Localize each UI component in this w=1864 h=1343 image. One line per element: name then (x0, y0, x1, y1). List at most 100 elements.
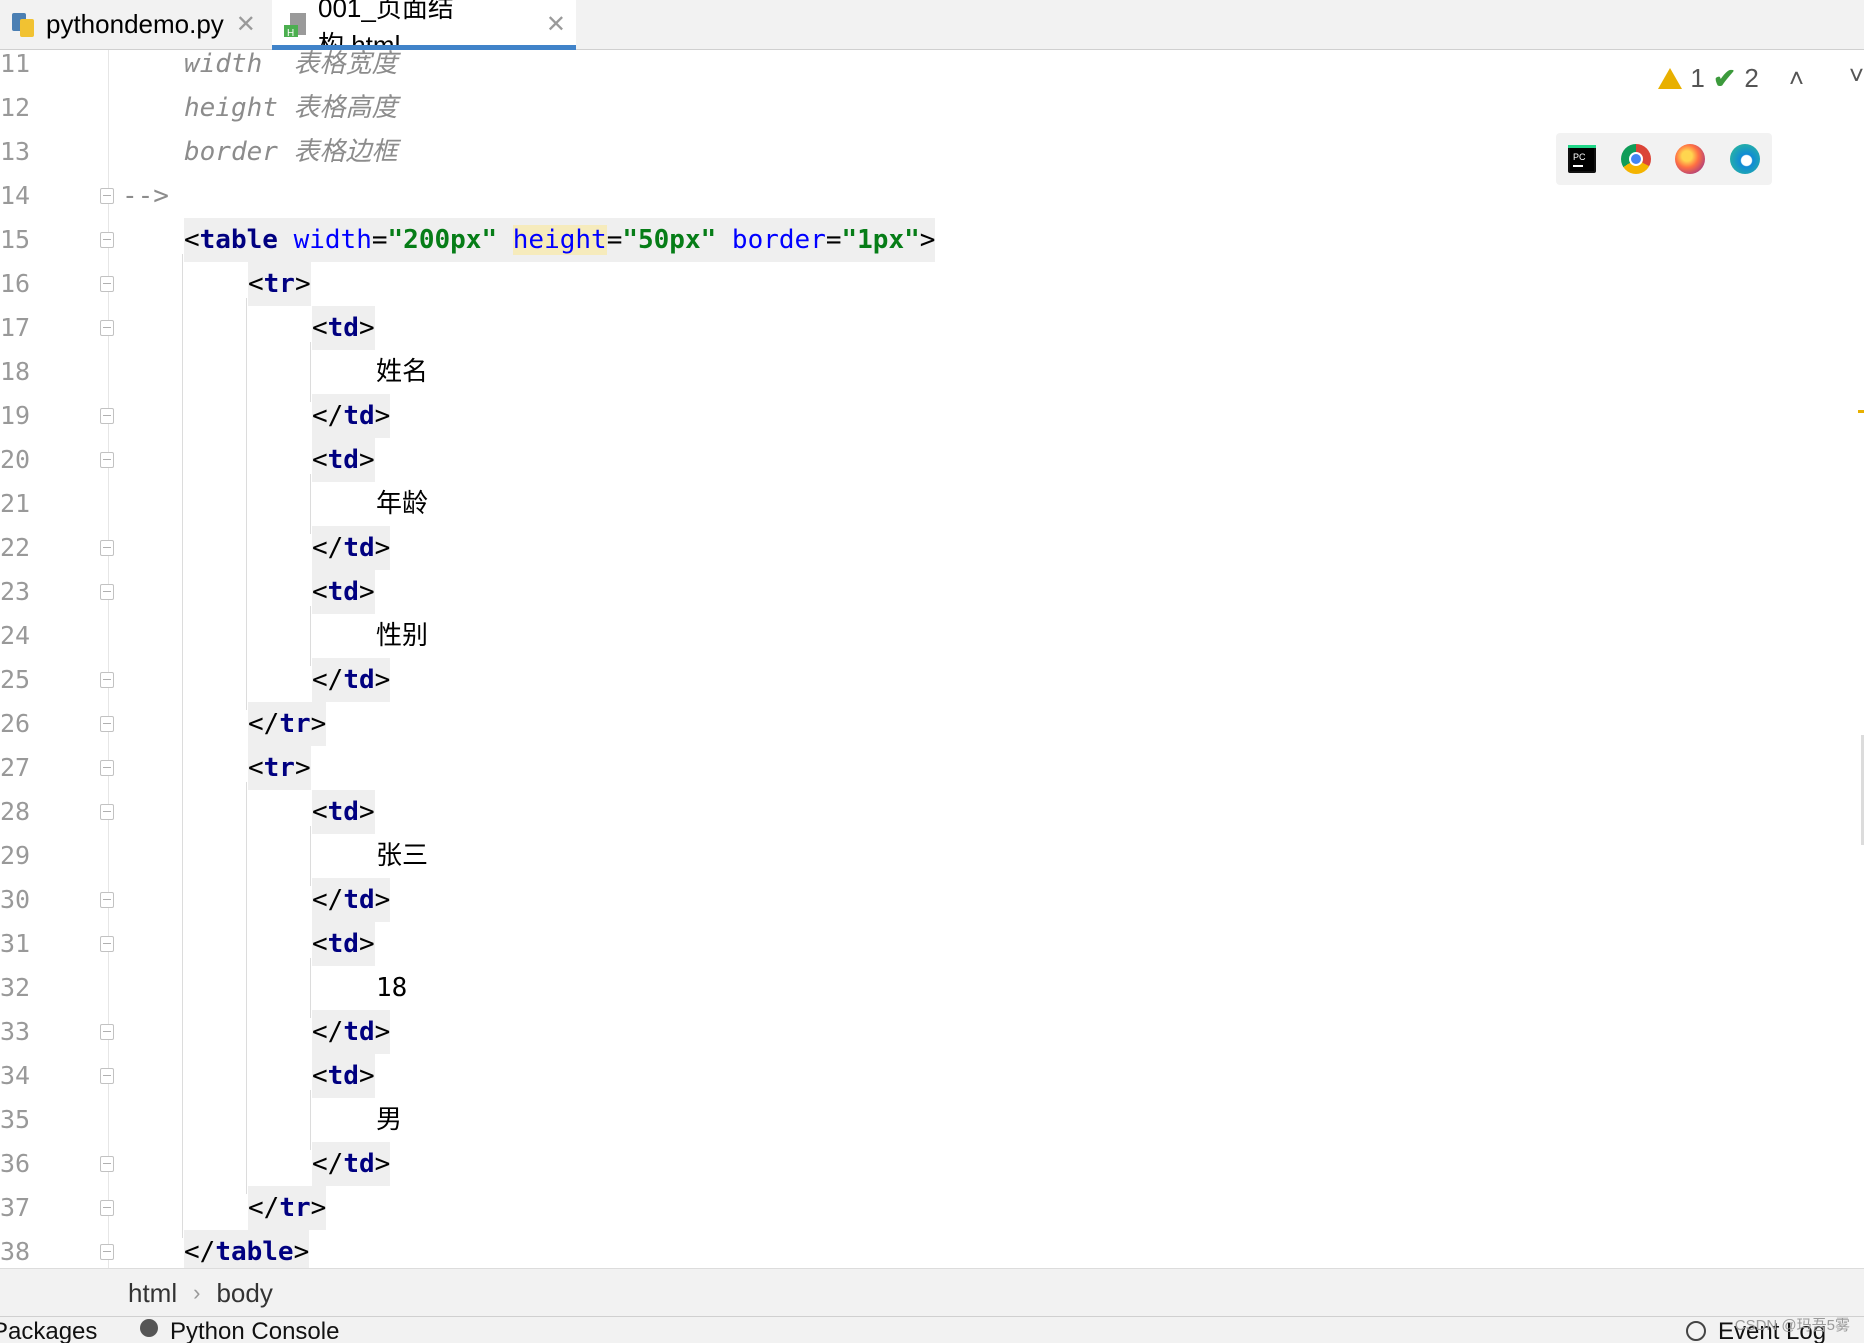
tab-001-html[interactable]: H 001_页面结构.html ✕ (272, 0, 576, 60)
fold-marker-icon[interactable] (100, 188, 114, 204)
attr-name: width (293, 225, 372, 255)
code-line[interactable]: 12 height 表格高度 (0, 86, 1864, 130)
fold-marker-icon[interactable] (100, 232, 114, 248)
code-line[interactable]: 32 18 (0, 966, 1864, 1010)
chrome-icon[interactable] (1620, 144, 1651, 174)
code-line[interactable]: 28 <td> (0, 790, 1864, 834)
fold-marker-icon[interactable] (100, 716, 114, 732)
code-line[interactable]: 36 </td> (0, 1142, 1864, 1186)
code-line[interactable]: 16 <tr> (0, 262, 1864, 306)
code-line[interactable]: 37 </tr> (0, 1186, 1864, 1230)
code-content: <td> (312, 570, 375, 614)
fold-marker-icon[interactable] (100, 276, 114, 292)
chevron-up-icon[interactable]: ˄ (1789, 63, 1804, 94)
line-number: 36 (0, 1149, 31, 1178)
code-line[interactable]: 34 <td> (0, 1054, 1864, 1098)
inspection-widget[interactable]: 1 ✔ 2 ˄ (1658, 58, 1804, 98)
tag-name: table (199, 225, 278, 255)
code-line[interactable]: 35 男 (0, 1098, 1864, 1142)
fold-marker-icon[interactable] (100, 936, 114, 952)
code-content: </table> (184, 1230, 310, 1268)
close-icon[interactable]: ✕ (236, 10, 256, 39)
tag-bracket: > (374, 1149, 391, 1179)
scroll-marker (1858, 410, 1864, 413)
firefox-icon[interactable] (1675, 144, 1706, 174)
watermark: CSDN @玛吾5雾 (1734, 1317, 1850, 1334)
fold-marker-icon[interactable] (100, 1156, 114, 1172)
code-line[interactable]: 38 </table> (0, 1230, 1864, 1268)
line-number: 25 (0, 665, 31, 694)
line-number: 20 (0, 445, 31, 474)
fold-marker-icon[interactable] (100, 540, 114, 556)
code-line[interactable]: 24 性别 (0, 614, 1864, 658)
tag-name: td (327, 313, 359, 343)
code-line[interactable]: 30 </td> (0, 878, 1864, 922)
comment-key: height (184, 93, 278, 123)
code-line[interactable]: 22 </td> (0, 526, 1864, 570)
close-icon[interactable]: ✕ (546, 10, 566, 39)
breadcrumb-item-html[interactable]: html (128, 1278, 177, 1309)
tag-bracket: > (294, 269, 311, 299)
fold-marker-icon[interactable] (100, 760, 114, 776)
code-content: </tr> (248, 1186, 327, 1230)
tag-bracket: </ (312, 533, 344, 563)
line-number: 12 (0, 93, 31, 122)
tab-label: pythondemo.py (46, 9, 224, 39)
line-number: 35 (0, 1105, 31, 1134)
tag-bracket: > (358, 929, 375, 959)
fold-marker-icon[interactable] (100, 1200, 114, 1216)
code-content: </td> (312, 526, 391, 570)
code-line[interactable]: 29 张三 (0, 834, 1864, 878)
tag-bracket: </ (312, 401, 344, 431)
code-content: 姓名 (376, 350, 428, 394)
line-number: 13 (0, 137, 31, 166)
tag-bracket: > (358, 445, 375, 475)
fold-marker-icon[interactable] (100, 892, 114, 908)
code-line[interactable]: 23 <td> (0, 570, 1864, 614)
code-content: border 表格边框 (184, 130, 398, 174)
tag-bracket: < (248, 753, 264, 783)
tab-pythondemo[interactable]: pythondemo.py ✕ (0, 0, 268, 49)
code-line[interactable]: 17 <td> (0, 306, 1864, 350)
code-line[interactable]: 21 年龄 (0, 482, 1864, 526)
fold-marker-icon[interactable] (100, 452, 114, 468)
fold-marker-icon[interactable] (100, 1244, 114, 1260)
packages-tool[interactable]: Packages (0, 1318, 97, 1343)
fold-marker-icon[interactable] (100, 1024, 114, 1040)
tag-bracket: > (358, 313, 375, 343)
fold-marker-icon[interactable] (100, 672, 114, 688)
line-number: 33 (0, 1017, 31, 1046)
edge-icon[interactable] (1729, 144, 1760, 174)
code-line[interactable]: 33 </td> (0, 1010, 1864, 1054)
pycharm-icon[interactable]: PC (1568, 145, 1597, 173)
code-line[interactable]: 20 <td> (0, 438, 1864, 482)
fold-marker-icon[interactable] (100, 408, 114, 424)
equals: = (825, 225, 842, 255)
tag-bracket: < (312, 797, 328, 827)
code-content: 年龄 (376, 482, 428, 526)
fold-marker-icon[interactable] (100, 320, 114, 336)
breadcrumb-item-body[interactable]: body (216, 1278, 272, 1309)
chevron-down-icon[interactable]: ˅ (1849, 60, 1864, 91)
indent-guide (310, 826, 311, 886)
code-line[interactable]: 25 </td> (0, 658, 1864, 702)
code-content: 男 (376, 1098, 402, 1142)
code-line[interactable]: 19 </td> (0, 394, 1864, 438)
code-content: <table width="200px" height="50px" borde… (184, 218, 936, 262)
code-line[interactable]: 27 <tr> (0, 746, 1864, 790)
code-line[interactable]: 26 </tr> (0, 702, 1864, 746)
code-editor[interactable]: 11 width 表格宽度 12 height 表格高度 13 border 表格边框 14 -->… (0, 50, 1864, 1268)
code-line[interactable]: 11 width 表格宽度 (0, 50, 1864, 86)
fold-marker-icon[interactable] (100, 804, 114, 820)
fold-marker-icon[interactable] (100, 584, 114, 600)
code-line[interactable]: 18 姓名 (0, 350, 1864, 394)
fold-marker-icon[interactable] (100, 1068, 114, 1084)
code-line[interactable]: 15 <table width="200px" height="50px" bor… (0, 218, 1864, 262)
code-line[interactable]: 31 <td> (0, 922, 1864, 966)
tag-bracket: </ (312, 1017, 344, 1047)
tag-name: td (327, 445, 359, 475)
warning-icon (1658, 67, 1683, 89)
python-console-tool[interactable]: Python Console (170, 1318, 339, 1343)
